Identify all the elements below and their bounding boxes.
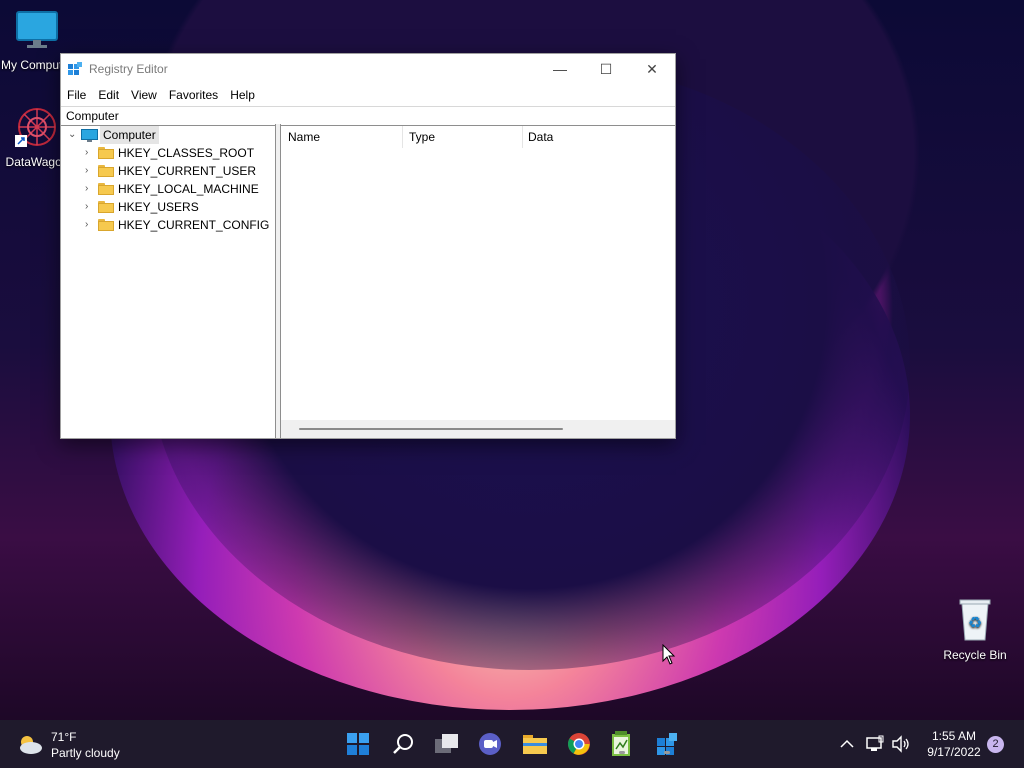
folder-icon [98, 147, 114, 159]
column-header-type[interactable]: Type [409, 124, 435, 148]
chevron-right-icon[interactable]: › [85, 166, 95, 176]
taskbar: 71°F Partly cloudy 1:55 AM 9/17/2022 2 [0, 720, 1024, 768]
file-explorer-icon [523, 735, 547, 754]
recycle-bin-icon: ♻ [959, 599, 991, 641]
task-view-icon [435, 734, 458, 753]
show-hidden-icons-button[interactable] [834, 730, 860, 758]
registry-editor-icon [68, 62, 82, 75]
tree-item-label: HKEY_CLASSES_ROOT [118, 146, 255, 160]
close-button[interactable]: ✕ [629, 54, 675, 84]
chevron-up-icon [840, 739, 854, 748]
start-button[interactable] [344, 730, 372, 758]
folder-icon [98, 183, 114, 195]
menu-view[interactable]: View [125, 84, 163, 106]
chat-icon [479, 733, 501, 755]
search-icon [393, 734, 413, 754]
scrollbar-thumb[interactable] [299, 428, 563, 430]
partly-cloudy-icon [20, 736, 42, 754]
minimize-icon: — [553, 61, 567, 77]
chevron-right-icon[interactable]: › [85, 220, 95, 230]
tree-item-label: HKEY_CURRENT_CONFIG [118, 218, 270, 232]
svg-text:♻: ♻ [968, 613, 982, 632]
minimize-button[interactable]: — [537, 54, 583, 84]
running-indicator [664, 751, 670, 754]
tree-item-label: HKEY_USERS [118, 200, 199, 214]
notification-count: 2 [992, 738, 999, 750]
close-icon: ✕ [646, 61, 658, 77]
title-bar[interactable]: Registry Editor — ☐ ✕ [61, 54, 675, 84]
network-icon [866, 735, 884, 751]
running-indicator [619, 751, 625, 754]
volume-button[interactable] [888, 730, 914, 758]
weather-temperature: 71°F [51, 730, 77, 744]
clock-time: 1:55 AM [931, 729, 977, 743]
chevron-right-icon[interactable]: › [85, 148, 95, 158]
chrome-icon [568, 733, 590, 755]
address-bar[interactable]: Computer [61, 106, 675, 126]
computer-icon [81, 129, 98, 142]
monitor-icon [16, 11, 58, 48]
folder-icon [98, 165, 114, 177]
menu-file[interactable]: File [61, 84, 92, 106]
chrome-button[interactable] [565, 730, 593, 758]
file-explorer-button[interactable] [521, 730, 549, 758]
menu-favorites[interactable]: Favorites [163, 84, 224, 106]
weather-widget[interactable]: 71°F Partly cloudy [16, 729, 136, 761]
tree-item-label: HKEY_LOCAL_MACHINE [118, 182, 259, 196]
menu-bar: File Edit View Favorites Help [61, 84, 675, 106]
chat-button[interactable] [476, 730, 504, 758]
horizontal-scrollbar[interactable] [281, 420, 675, 438]
clock-date: 9/17/2022 [927, 745, 981, 759]
chevron-right-icon[interactable]: › [85, 184, 95, 194]
search-button[interactable] [389, 730, 417, 758]
column-divider[interactable] [522, 126, 523, 148]
column-divider[interactable] [402, 126, 403, 148]
clock[interactable]: 1:55 AM 9/17/2022 [916, 728, 992, 762]
column-header-data[interactable]: Data [528, 124, 553, 148]
address-text: Computer [66, 109, 119, 123]
notepad-button[interactable] [608, 730, 636, 758]
window-title: Registry Editor [89, 62, 168, 76]
values-list-pane[interactable]: Name Type Data [281, 124, 675, 438]
maximize-icon: ☐ [599, 61, 613, 77]
registry-editor-window: Registry Editor — ☐ ✕ File Edit View Favori… [60, 53, 676, 439]
tree-item-label: HKEY_CURRENT_USER [118, 164, 257, 178]
desktop-icon-recycle-bin[interactable]: ♻ Recycle Bin [938, 596, 1012, 662]
key-tree-pane: ⌄ Computer › HKEY_CLASSES_ROOT › HKEY_CU… [61, 124, 276, 438]
datawagon-icon [15, 108, 56, 147]
mouse-cursor-icon [662, 644, 676, 665]
speaker-icon [892, 735, 909, 753]
task-view-button[interactable] [433, 730, 461, 758]
column-header-name[interactable]: Name [288, 124, 320, 148]
network-button[interactable] [862, 730, 888, 758]
registry-editor-taskbar-button[interactable] [653, 730, 681, 758]
notification-badge[interactable]: 2 [987, 736, 1004, 753]
tree-item-label: Computer [100, 126, 159, 144]
maximize-button[interactable]: ☐ [583, 54, 629, 84]
menu-help[interactable]: Help [224, 84, 261, 106]
weather-description: Partly cloudy [51, 746, 120, 760]
folder-icon [98, 201, 114, 213]
menu-edit[interactable]: Edit [92, 84, 125, 106]
start-icon [347, 733, 369, 755]
chevron-down-icon[interactable]: ⌄ [68, 130, 78, 140]
folder-icon [98, 219, 114, 231]
chevron-right-icon[interactable]: › [85, 202, 95, 212]
desktop-icon-label: Recycle Bin [943, 648, 1007, 662]
